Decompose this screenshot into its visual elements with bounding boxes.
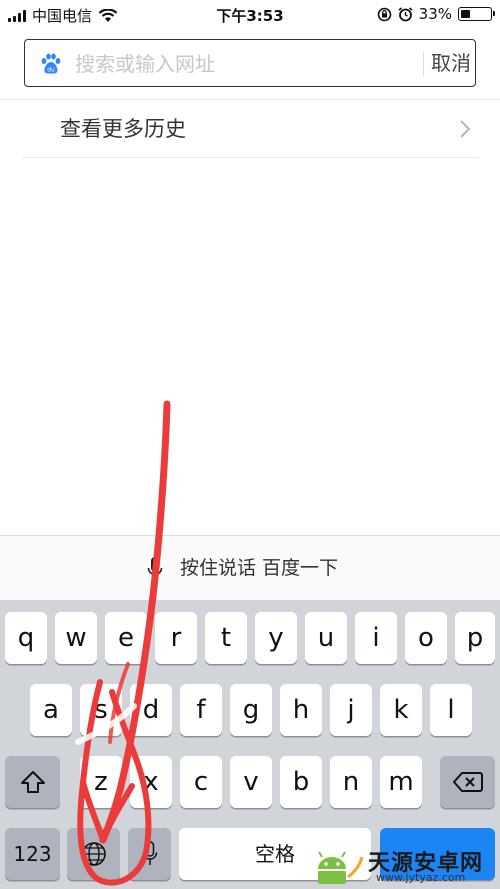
key-k[interactable]: k [380, 684, 422, 736]
key-u[interactable]: u [305, 612, 347, 664]
space-key[interactable]: 空格 [179, 828, 371, 880]
key-v[interactable]: v [230, 756, 272, 808]
key-g[interactable]: g [230, 684, 272, 736]
dictation-key[interactable] [128, 828, 171, 880]
key-q[interactable]: q [5, 612, 47, 664]
microphone-icon [142, 841, 157, 865]
key-l[interactable]: l [430, 684, 472, 736]
cancel-button[interactable]: 取消 [429, 40, 473, 86]
chevron-right-icon [460, 120, 471, 138]
view-more-history-label: 查看更多历史 [60, 117, 186, 141]
key-d[interactable]: d [130, 684, 172, 736]
voice-search-label: 按住说话 百度一下 [180, 557, 339, 579]
shift-key[interactable] [5, 756, 60, 808]
key-f[interactable]: f [180, 684, 222, 736]
numbers-key[interactable]: 123 [5, 828, 60, 880]
key-e[interactable]: e [105, 612, 147, 664]
key-t[interactable]: t [205, 612, 247, 664]
keyboard: q w e r t y u i o p a s d f g h j k l z … [0, 600, 500, 889]
key-a[interactable]: a [30, 684, 72, 736]
voice-search-bar[interactable]: 按住说话 百度一下 [0, 535, 500, 601]
key-i[interactable]: i [355, 612, 397, 664]
key-s[interactable]: s [80, 684, 122, 736]
key-z[interactable]: z [80, 756, 122, 808]
shift-icon [20, 771, 45, 793]
battery-fill [461, 10, 470, 18]
rotation-lock-icon [377, 7, 391, 21]
key-j[interactable]: j [330, 684, 372, 736]
globe-key[interactable] [67, 828, 120, 880]
status-bar: 中国电信 下午3:53 33% [0, 0, 500, 30]
search-divider [423, 52, 424, 76]
view-more-history-row[interactable]: 查看更多历史 [22, 101, 478, 158]
battery-percent: 33% [418, 5, 452, 23]
search-input[interactable] [73, 46, 407, 82]
key-h[interactable]: h [280, 684, 322, 736]
microphone-icon [147, 557, 163, 580]
delete-key[interactable] [440, 756, 495, 808]
delete-icon [452, 772, 483, 792]
globe-icon [81, 842, 106, 866]
svg-text:du: du [47, 67, 55, 74]
header-divider [0, 99, 500, 100]
key-m[interactable]: m [380, 756, 422, 808]
key-b[interactable]: b [280, 756, 322, 808]
return-key[interactable] [380, 828, 495, 880]
key-w[interactable]: w [55, 612, 97, 664]
status-right: 33% [377, 5, 495, 23]
key-o[interactable]: o [405, 612, 447, 664]
key-r[interactable]: r [155, 612, 197, 664]
alarm-icon [398, 6, 413, 21]
baidu-paw-icon: du [41, 53, 61, 74]
key-x[interactable]: x [130, 756, 172, 808]
search-box[interactable]: du 取消 [24, 39, 476, 87]
key-p[interactable]: p [455, 612, 495, 664]
key-c[interactable]: c [180, 756, 222, 808]
battery-icon [458, 7, 495, 21]
key-y[interactable]: y [255, 612, 297, 664]
key-n[interactable]: n [330, 756, 372, 808]
